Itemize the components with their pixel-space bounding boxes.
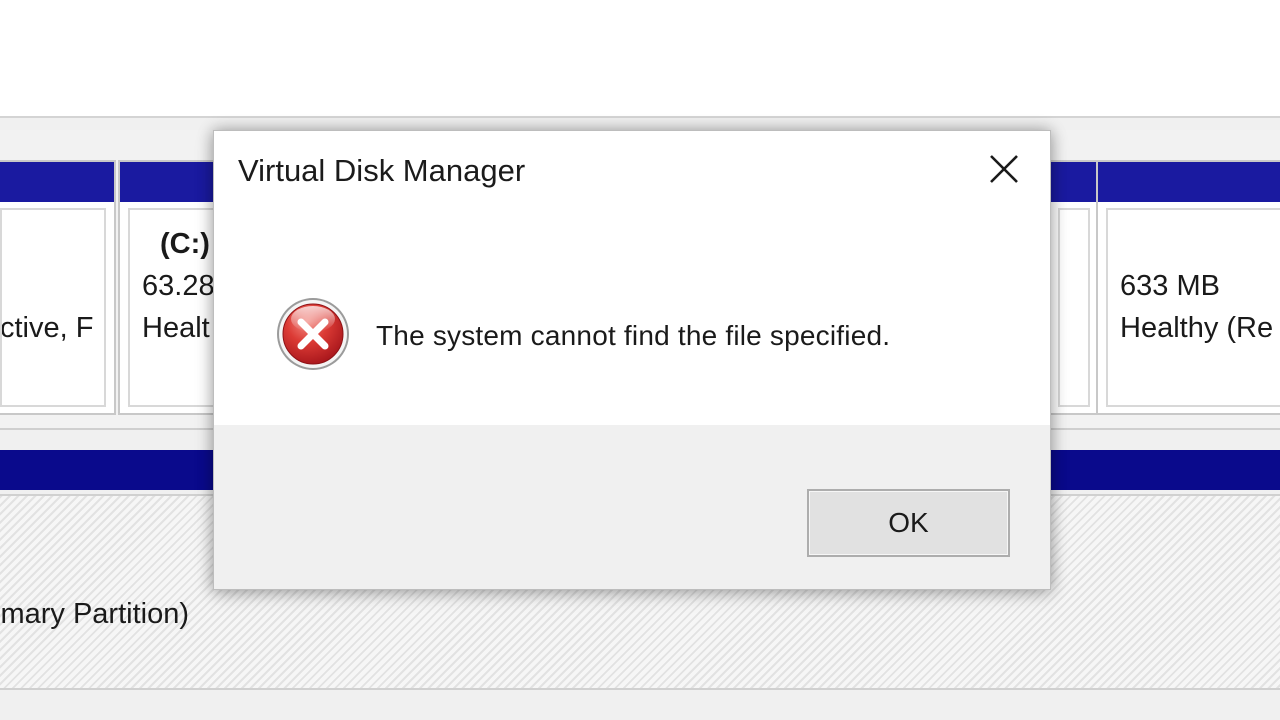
partition-bar bbox=[0, 162, 114, 202]
dialog-body: The system cannot find the file specifie… bbox=[214, 213, 1050, 425]
close-icon bbox=[990, 155, 1018, 183]
error-icon bbox=[277, 298, 349, 370]
partition-unallocated-gap[interactable] bbox=[1048, 160, 1100, 415]
partition-recovery[interactable]: 633 MB Healthy (Re bbox=[1096, 160, 1280, 415]
dialog-title: Virtual Disk Manager bbox=[238, 153, 526, 188]
partition-bar bbox=[1050, 162, 1098, 202]
partition-info: ctive, F bbox=[0, 208, 106, 407]
ok-button[interactable]: OK bbox=[807, 489, 1010, 557]
partition-status-text: ctive, F bbox=[0, 312, 94, 344]
partition-drive-label: (C:) bbox=[160, 228, 210, 260]
partition-type-text: imary Partition) bbox=[0, 598, 189, 630]
partition-bar bbox=[1098, 162, 1280, 202]
close-button[interactable] bbox=[984, 149, 1024, 189]
partition-info: 633 MB Healthy (Re bbox=[1106, 208, 1280, 407]
partition-size-text: 63.28 bbox=[142, 270, 215, 302]
error-message: The system cannot find the file specifie… bbox=[376, 320, 891, 351]
partition-info bbox=[1058, 208, 1090, 407]
partition-system-reserved[interactable]: ctive, F bbox=[0, 160, 116, 415]
partition-size-text: 633 MB bbox=[1120, 270, 1220, 302]
partition-status-text: Healthy (Re bbox=[1120, 312, 1274, 344]
error-dialog: Virtual Disk Manager The system cannot f… bbox=[213, 130, 1051, 590]
partition-status-text: Healt bbox=[142, 312, 210, 344]
dialog-footer: OK bbox=[214, 425, 1050, 589]
screen: ctive, F (C:) 63.28 Healt 633 MB Healthy… bbox=[0, 0, 1280, 720]
